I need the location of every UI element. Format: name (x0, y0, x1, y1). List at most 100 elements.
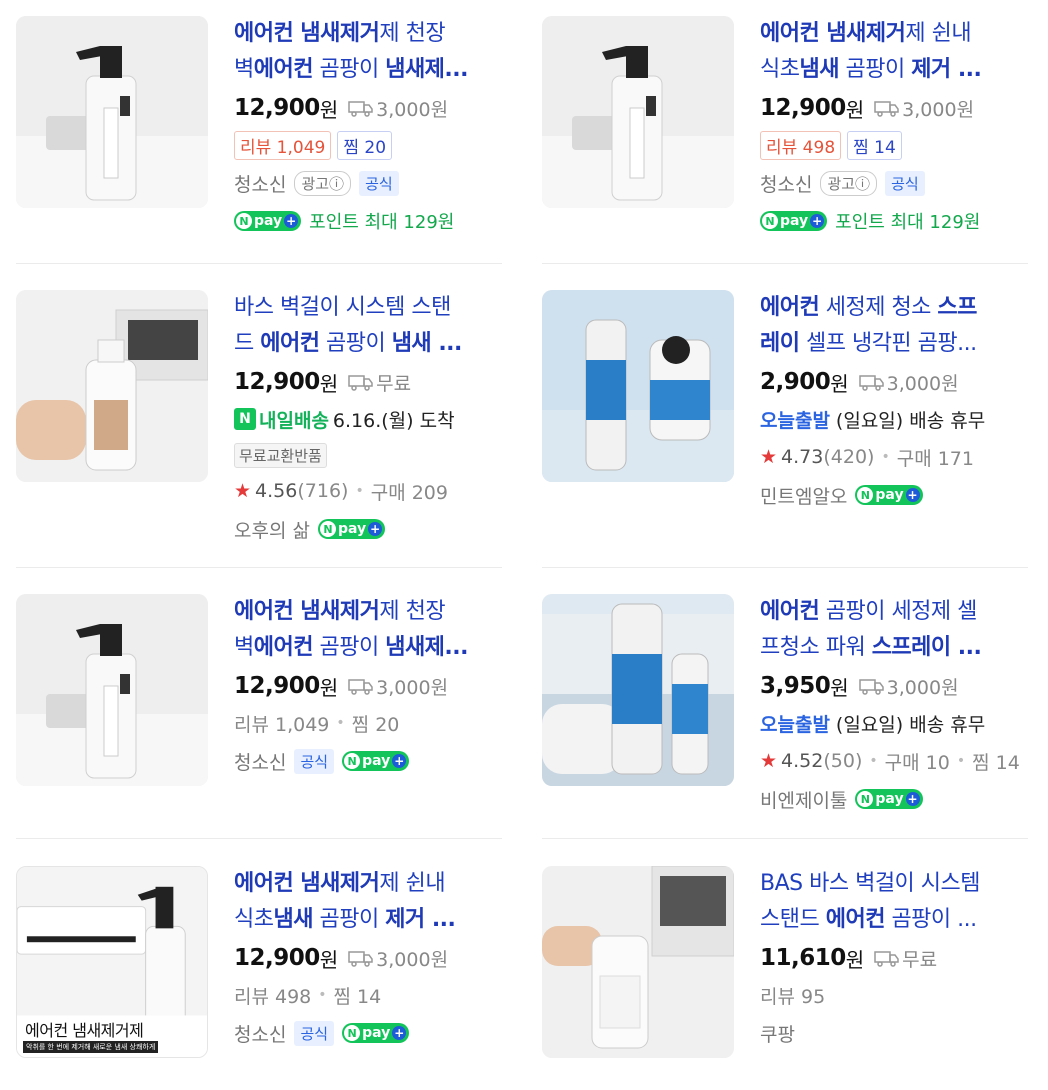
product-title[interactable]: 에어컨 냄새제거제 쉰내 식초냄새 곰팡이 제거 ... (760, 16, 1032, 88)
title-segment: 에어컨 냄새제거 (234, 21, 380, 46)
product-title[interactable]: 에어컨 냄새제거제 천장벽에어컨 곰팡이 냄새제... (234, 16, 506, 88)
product-card[interactable]: 바스 벽걸이 시스템 스탠 드 에어컨 곰팡이 냄새 ... 12,900 원 무료… (16, 290, 506, 543)
product-card[interactable]: 에어컨 곰팡이 세정제 셀 프청소 파워 스프레이 ... 3,950 원 3,00… (542, 594, 1032, 844)
product-image[interactable] (16, 16, 208, 208)
title-line1: 에어컨 냄새제거제 쉰내 (234, 866, 506, 902)
product-card[interactable]: 에어컨 냄새제거제 천장 벽에어컨 곰팡이 냄새제... 12,900 원 3,00… (16, 16, 506, 266)
product-title[interactable]: 바스 벽걸이 시스템 스탠드 에어컨 곰팡이 냄새 ... (234, 290, 506, 362)
title-segment: 제 쉰내 (379, 871, 446, 896)
npay-label: pay (362, 1025, 391, 1041)
rating-count: (716) (297, 480, 349, 502)
official-badge: 공식 (294, 748, 335, 774)
truck-icon (348, 679, 373, 695)
divider (16, 838, 502, 839)
product-title[interactable]: 에어컨 냄새제거제 천장 벽에어컨 곰팡이 냄새제... (234, 594, 506, 666)
npay-badge: Npay + (234, 211, 302, 231)
title-segment: 셀프 냉각핀 곰팡... (799, 331, 977, 356)
title-segment: 에어컨 냄새제거 (760, 21, 906, 46)
truck-icon (858, 679, 884, 695)
product-card[interactable]: 에어컨 냄새제거제 천장 벽에어컨 곰팡이 냄새제... 12,900 원 3,00… (16, 594, 506, 844)
seller-name[interactable]: 청소신 (760, 170, 812, 197)
image-subcaption: 악취를 한 번에 제거해 새로운 냄새 상쾌하게 (23, 1041, 159, 1053)
dot-separator: • (336, 715, 345, 731)
npay-badge: Npay + (342, 1023, 410, 1043)
seller-name[interactable]: 비엔제이툴 (760, 786, 847, 813)
shipping-text: 무료 (902, 948, 938, 971)
title-segment: 곰팡이 세정제 셀 (819, 599, 978, 624)
shipping-fee: 3,000원 (348, 95, 448, 122)
product-image[interactable] (542, 594, 734, 786)
purchase-count: 구매 171 (896, 447, 974, 470)
product-image[interactable] (542, 16, 734, 208)
seller-name[interactable]: 청소신 (234, 1020, 286, 1047)
point-text: 포인트 최대 129원 (309, 212, 455, 233)
point-text: 포인트 최대 129원 (835, 212, 981, 233)
title-line1: 바스 벽걸이 시스템 스탠 (234, 290, 506, 326)
title-segment: 곰팡이 (312, 635, 386, 660)
review-count: 리뷰 1,049 (234, 713, 330, 736)
product-image[interactable] (16, 594, 208, 786)
product-title[interactable]: 에어컨 세정제 청소 스프 레이 셀프 냉각핀 곰팡... (760, 290, 1032, 362)
shipping-fee: 3,000원 (858, 369, 959, 396)
title-segment: 벽 (234, 57, 254, 82)
product-image[interactable] (542, 866, 734, 1058)
truck-icon (874, 101, 899, 117)
ad-badge[interactable]: 광고ⓘ (820, 170, 878, 196)
title-line2: 레이 셀프 냉각핀 곰팡... (760, 326, 1032, 362)
dot-separator: • (869, 753, 878, 769)
product-card[interactable]: 에어컨 냄새제거제 악취를 한 번에 제거해 새로운 냄새 상쾌하게 에어컨 냄… (16, 866, 506, 1090)
title-segment: 곰팡이 (312, 57, 386, 82)
zzim-count: 찜 14 (333, 985, 382, 1008)
tomorrow-label: 내일배송 (259, 409, 329, 432)
price: 12,900 (760, 95, 846, 121)
official-badge: 공식 (294, 1020, 335, 1046)
price-unit: 원 (845, 947, 865, 972)
zzim-tag: 찜 20 (337, 130, 393, 160)
title-segment: 제 쉰내 (905, 21, 972, 46)
product-image[interactable] (16, 290, 208, 482)
product-title[interactable]: BAS 바스 벽걸이 시스템 스탠드 에어컨 곰팡이 ... (760, 866, 1032, 938)
title-line2: 벽에어컨 곰팡이 냄새제... (234, 52, 506, 88)
product-card[interactable]: 에어컨 냄새제거제 쉰내 식초냄새 곰팡이 제거 ... 12,900 원 3,00… (542, 16, 1032, 266)
seller-name[interactable]: 오후의 삶 (234, 516, 310, 543)
price-unit: 원 (319, 371, 339, 396)
title-segment: 냄새제... (385, 57, 468, 82)
shipping-fee: 무료 (874, 945, 937, 972)
product-image[interactable]: 에어컨 냄새제거제 악취를 한 번에 제거해 새로운 냄새 상쾌하게 (16, 866, 208, 1058)
npay-badge: Npay + (317, 519, 386, 539)
title-line2: 드 에어컨 곰팡이 냄새 ... (234, 326, 506, 362)
today-note: (일요일) 배송 휴무 (835, 409, 986, 432)
title-line1: 에어컨 곰팡이 세정제 셀 (760, 594, 1032, 630)
title-segment: 곰팡이 (319, 331, 392, 356)
title-segment: 제 천장 (379, 21, 446, 46)
product-title[interactable]: 에어컨 곰팡이 세정제 셀 프청소 파워 스프레이 ... (760, 594, 1032, 666)
divider (16, 567, 502, 568)
shipping-text: 3,000원 (376, 676, 449, 699)
official-badge: 공식 (885, 170, 925, 196)
official-badge: 공식 (359, 170, 399, 196)
seller-name[interactable]: 청소신 (234, 170, 286, 197)
product-image[interactable] (542, 290, 734, 482)
title-segment: 에어컨 (260, 331, 320, 356)
npay-badge: Npay + (760, 211, 828, 231)
purchase-count: 구매 10 (884, 751, 950, 774)
star-icon: ★ (234, 480, 252, 502)
seller-name[interactable]: 민트엠알오 (760, 482, 847, 509)
price: 12,900 (234, 945, 320, 971)
ad-badge[interactable]: 광고ⓘ (294, 170, 352, 196)
npay-plus-icon: + (368, 522, 383, 536)
seller-name[interactable]: 쿠팡 (760, 1020, 795, 1047)
product-title[interactable]: 에어컨 냄새제거제 쉰내 식초냄새 곰팡이 제거 ... (234, 866, 506, 938)
title-segment: 바스 벽걸이 시스템 스탠 (234, 295, 451, 320)
npay-plus-icon: + (905, 488, 920, 502)
zzim-tag: 찜 14 (847, 130, 902, 160)
divider (542, 263, 1028, 264)
today-dispatch: 오늘출발 (760, 409, 830, 432)
product-card[interactable]: 에어컨 세정제 청소 스프 레이 셀프 냉각핀 곰팡... 2,900 원 3,00… (542, 290, 1032, 540)
npay-n-icon: N (344, 1025, 361, 1041)
price: 3,950 (760, 673, 831, 699)
npay-n-icon: N (857, 487, 874, 503)
product-card[interactable]: BAS 바스 벽걸이 시스템 스탠드 에어컨 곰팡이 ... 11,610 원 무료… (542, 866, 1032, 1090)
seller-name[interactable]: 청소신 (234, 748, 286, 775)
npay-n-icon: N (344, 753, 361, 769)
